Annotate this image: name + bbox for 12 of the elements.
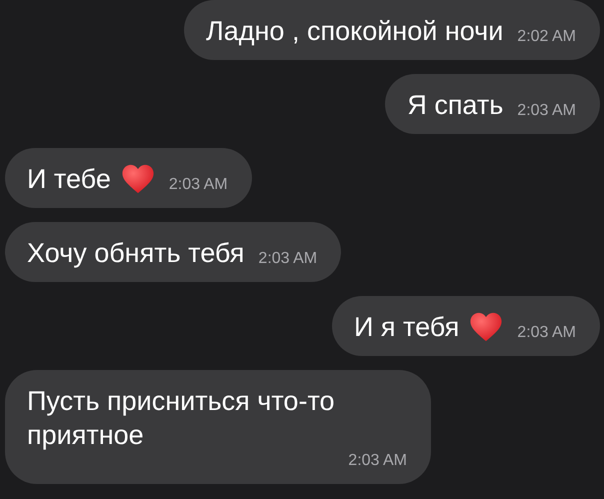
message-time: 2:03 AM [348,452,407,471]
message-time: 2:03 AM [168,176,228,195]
message-text: Я спать [407,89,504,122]
message-text: Пусть присниться что-то приятное [27,385,336,452]
message-text: Хочу обнять тебя [27,237,244,270]
message-time: 2:03 AM [517,324,576,343]
message-text: Ладно , спокойной ночи [206,15,504,48]
message-text: И тебе [27,163,111,196]
message-time: 2:03 AM [517,102,576,121]
message-time: 2:02 AM [517,28,576,47]
message-text: И я тебя [354,311,460,344]
message-time: 2:03 AM [258,250,318,269]
